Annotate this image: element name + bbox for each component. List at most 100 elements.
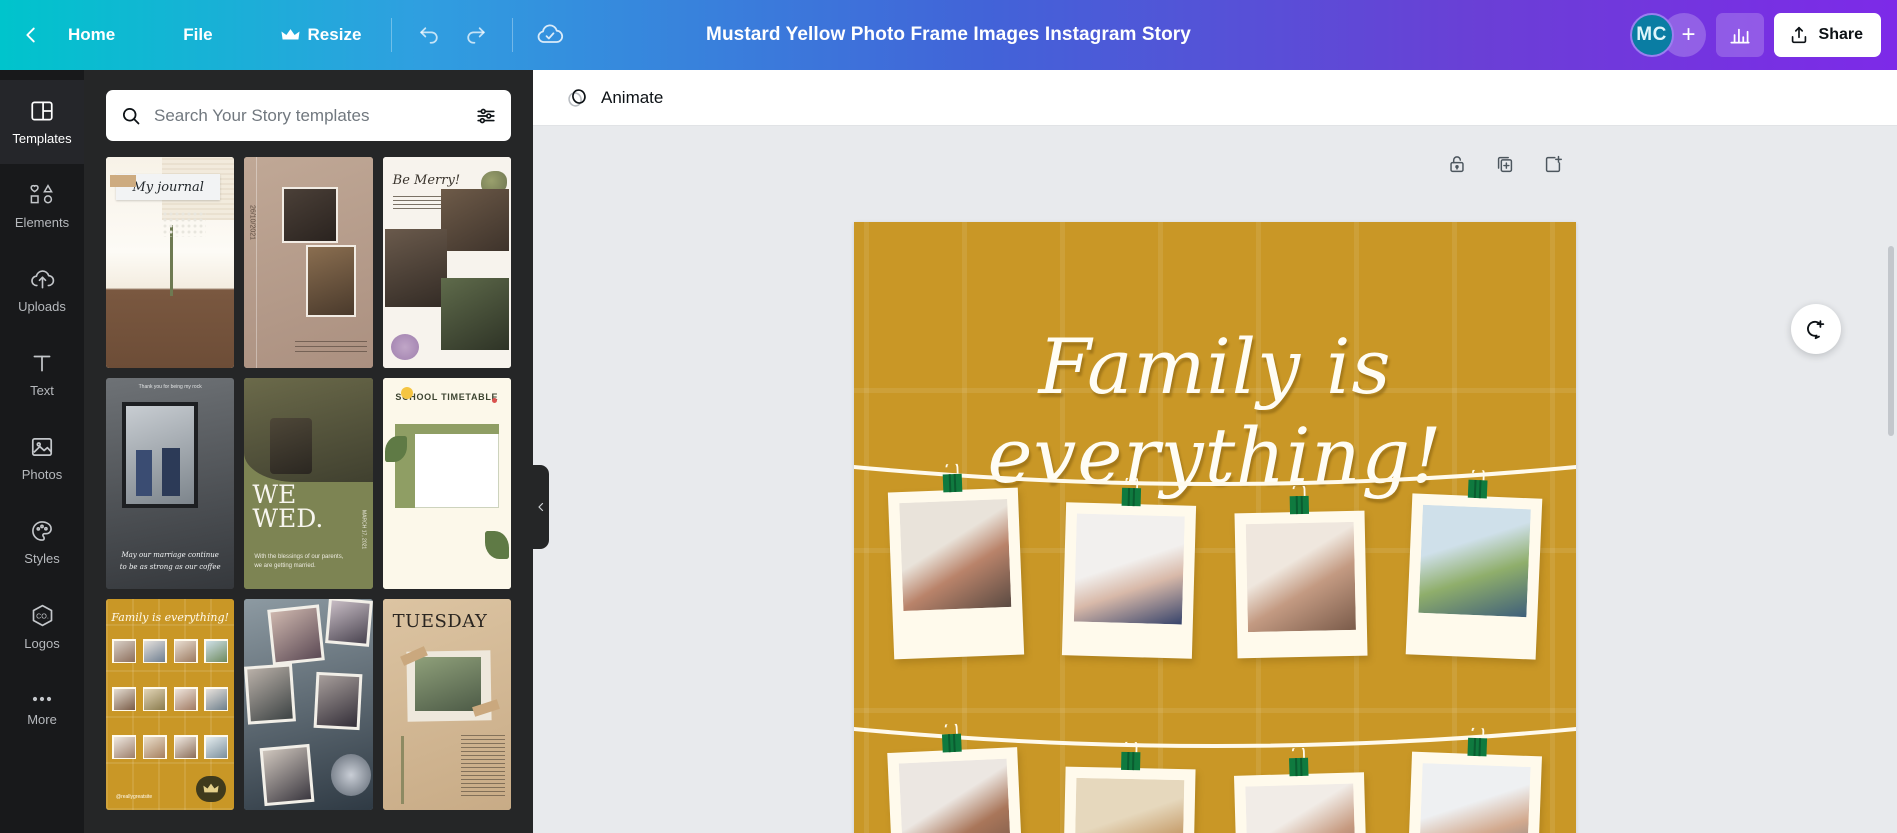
styles-icon <box>32 521 52 541</box>
search-area <box>84 70 533 153</box>
template-card[interactable]: TUESDAY <box>382 599 511 810</box>
sidebar-label-logos: Logos <box>24 635 60 651</box>
back-chevron-icon <box>26 27 35 43</box>
collapse-chevron-icon <box>538 502 544 512</box>
crown-icon <box>203 783 219 793</box>
animate-button[interactable]: Animate <box>555 78 673 117</box>
left-rail: Templates Elements Uploads Text Photos S… <box>0 70 84 833</box>
uploads-icon <box>30 270 54 289</box>
text-icon <box>33 355 51 372</box>
sidebar-item-text[interactable]: Text <box>0 332 84 416</box>
sidebar-item-templates[interactable]: Templates <box>0 80 84 164</box>
top-bar-left-group: Home File Resize <box>0 0 573 70</box>
avatar[interactable]: MC <box>1629 13 1674 57</box>
template-card[interactable]: WE WED. With the blessings of our parent… <box>244 378 373 589</box>
saved-status-button[interactable] <box>527 13 573 57</box>
page-tools <box>1439 146 1571 182</box>
design-page[interactable]: Family is everything! <box>854 222 1576 833</box>
upload-icon <box>1791 26 1806 44</box>
animate-label: Animate <box>601 87 664 107</box>
template-card[interactable]: Thank you for being my rock May our marr… <box>106 378 235 589</box>
bar-chart-icon <box>1729 28 1750 44</box>
template-card[interactable]: Family is everything! @reallygreatsite <box>106 599 235 810</box>
photo-row-2 <box>854 723 1576 833</box>
file-menu-button[interactable]: File <box>167 16 228 54</box>
search-input[interactable] <box>154 105 463 126</box>
top-bar: Home File Resize Mustard Yellow Photo Fr… <box>0 0 1897 70</box>
binder-clip-icon <box>1467 469 1488 499</box>
lock-button[interactable] <box>1439 146 1475 182</box>
collaborators-group: MC + <box>1629 13 1706 57</box>
undo-button[interactable] <box>406 13 452 57</box>
photo-thumbnail <box>899 498 1012 612</box>
share-button[interactable]: Share <box>1773 13 1881 57</box>
template-grid: My journal 26/10/2021 Be Merry! Thank yo… <box>84 153 533 832</box>
undo-icon <box>420 26 438 44</box>
photos-icon <box>31 438 53 456</box>
home-button[interactable]: Home <box>52 16 131 54</box>
photo-thumbnail <box>1418 763 1531 833</box>
binder-clip-icon <box>942 463 963 493</box>
lock-icon <box>1450 156 1464 173</box>
sidebar-label-photos: Photos <box>21 467 63 482</box>
filter-sliders-icon[interactable] <box>475 105 497 127</box>
more-dots-icon <box>32 696 52 702</box>
template-title: May our marriage continue to be as stron… <box>119 551 221 571</box>
canvas-area: Family is everything! <box>533 126 1897 833</box>
template-card[interactable]: My journal <box>106 157 235 368</box>
photo-frame[interactable] <box>1061 477 1196 659</box>
photo-thumbnail <box>1245 783 1357 833</box>
sidebar-item-styles[interactable]: Styles <box>0 500 84 584</box>
template-title: WE WED. <box>252 480 324 533</box>
template-card[interactable]: SCHOOL TIMETABLE <box>382 378 511 589</box>
photo-frame[interactable] <box>1234 747 1369 833</box>
canvas-scrollbar[interactable] <box>1888 246 1894 436</box>
duplicate-page-button[interactable] <box>1487 146 1523 182</box>
binder-clip-icon <box>1289 485 1310 515</box>
resize-button[interactable]: Resize <box>265 16 378 54</box>
crown-icon <box>281 28 300 39</box>
photo-frame[interactable] <box>1405 469 1543 660</box>
template-title: Family is everything! <box>111 611 229 624</box>
sidebar-label-more: More <box>27 712 57 727</box>
photo-frame[interactable] <box>1405 727 1542 833</box>
photo-frame[interactable] <box>887 723 1026 833</box>
redo-button[interactable] <box>452 13 498 57</box>
top-bar-right-group: MC + Share <box>1629 0 1881 70</box>
add-comment-button[interactable] <box>1791 304 1841 354</box>
template-card[interactable] <box>244 599 373 810</box>
template-title: Be Merry! <box>392 173 461 188</box>
template-card[interactable]: Be Merry! <box>382 157 511 368</box>
photo-thumbnail <box>1245 521 1357 633</box>
duplicate-icon <box>1497 156 1513 173</box>
svg-text:CO.: CO. <box>36 611 49 620</box>
sidebar-item-photos[interactable]: Photos <box>0 416 84 500</box>
photo-frame[interactable] <box>1234 485 1368 659</box>
sidebar-item-uploads[interactable]: Uploads <box>0 248 84 332</box>
photo-frame[interactable] <box>888 463 1025 660</box>
elements-icon <box>30 184 53 204</box>
sidebar-item-logos[interactable]: CO. Logos <box>0 584 84 668</box>
template-card[interactable]: 26/10/2021 <box>244 157 373 368</box>
template-title: TUESDAY <box>392 611 488 632</box>
logos-icon: CO. <box>32 604 52 626</box>
photo-row-1 <box>854 463 1576 660</box>
photo-frame[interactable] <box>1062 741 1196 833</box>
templates-icon <box>31 101 53 121</box>
toolbar-divider-2 <box>512 18 514 52</box>
sidebar-label-styles: Styles <box>24 551 60 566</box>
resize-label: Resize <box>307 25 362 44</box>
collapse-panel-button[interactable] <box>533 465 549 549</box>
binder-clip-icon <box>1121 477 1141 507</box>
sidebar-item-elements[interactable]: Elements <box>0 164 84 248</box>
back-button[interactable] <box>14 16 52 54</box>
sidebar-item-more[interactable]: More <box>0 668 84 752</box>
insights-button[interactable] <box>1715 13 1764 57</box>
search-box[interactable] <box>106 90 511 141</box>
templates-panel: My journal 26/10/2021 Be Merry! <box>84 70 533 833</box>
add-page-button[interactable] <box>1535 146 1571 182</box>
cloud-check-icon <box>538 24 564 43</box>
toolbar-divider-1 <box>391 18 393 52</box>
template-title: My journal <box>132 179 204 195</box>
photo-thumbnail <box>1418 504 1531 618</box>
